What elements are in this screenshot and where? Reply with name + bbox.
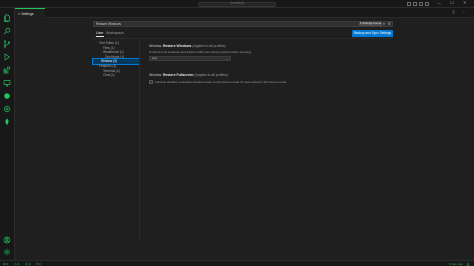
setting-name: Restore Fullscreen	[162, 73, 194, 77]
editor-tab-bar: ≡Settings ◫ ⋯	[15, 8, 474, 18]
toc-label: Text Editor (1)	[99, 41, 119, 45]
split-editor-icon[interactable]: ◫	[452, 10, 455, 14]
toc-label: Terminal (1)	[103, 68, 120, 73]
toc-label: Chat (1)	[103, 73, 115, 78]
remote-explorer-icon[interactable]	[3, 79, 11, 87]
restore-fullscreen-row: Controls whether a window should restore…	[149, 79, 389, 84]
title-bar: [untitled] — ☐ ✕	[0, 0, 474, 8]
restore-windows-select[interactable]: one ⌄	[149, 56, 231, 62]
source-control-icon[interactable]	[3, 40, 11, 48]
tab-workspace[interactable]: Workspace	[106, 31, 124, 35]
scope-divider	[93, 38, 393, 39]
setting-scope-note: (Applies to all profiles)	[193, 73, 228, 77]
manage-gear-icon[interactable]	[3, 248, 11, 256]
accounts-icon[interactable]	[3, 236, 11, 244]
settings-found-badge: 6 Settings Found	[359, 21, 383, 26]
status-info[interactable]: ⓪ 0	[25, 262, 31, 266]
tab-user[interactable]: User	[96, 31, 104, 37]
status-ports[interactable]: ⚲ 0	[36, 262, 41, 266]
leaf-icon[interactable]	[3, 118, 11, 126]
more-actions-icon[interactable]: ⋯	[462, 10, 465, 14]
backup-and-sync-button[interactable]: Backup and Sync Settings	[352, 30, 393, 37]
customize-layout-icon[interactable]	[425, 2, 429, 6]
setting-description: Controls how windows and editors within …	[149, 49, 252, 54]
maximize-button[interactable]: ☐	[450, 1, 454, 5]
toc-label: Window (2)	[101, 59, 118, 64]
activity-bar	[0, 8, 15, 260]
toc-label: Workbench (1)	[103, 50, 124, 55]
toggle-secondary-sidebar-icon[interactable]	[419, 2, 423, 6]
window-title: [untitled]	[230, 1, 244, 5]
clear-search-icon[interactable]: ≡	[383, 22, 385, 26]
toc-divider	[139, 41, 140, 241]
setting-restore-fullscreen: Window: Restore Fullscreen (Applies to a…	[149, 73, 389, 84]
select-value: one	[152, 56, 158, 61]
status-problems-errors[interactable]: ⊗ 0	[3, 262, 8, 266]
status-problems-warnings[interactable]: ⚠ 0	[14, 262, 19, 266]
filter-settings-icon[interactable]: ⊽	[388, 22, 390, 26]
settings-file-icon: ≡	[18, 11, 21, 16]
extensions-icon[interactable]	[3, 66, 11, 74]
toggle-panel-icon[interactable]	[413, 2, 417, 6]
explorer-icon[interactable]	[3, 14, 11, 22]
setting-category: Window:	[149, 44, 163, 48]
setting-category: Window:	[149, 73, 163, 77]
search-icon[interactable]	[3, 27, 11, 35]
setting-name: Restore Windows	[162, 44, 192, 48]
toc-label: Files (1)	[103, 45, 115, 50]
notifications-bell-icon[interactable]: 🔔︎	[466, 262, 470, 266]
setting-scope-note: (Applies to all profiles)	[191, 44, 226, 48]
accounts-manager-icon[interactable]	[3, 105, 11, 113]
setting-description: Controls whether a window should restore…	[154, 80, 288, 85]
settings-search-input[interactable]	[96, 22, 296, 26]
close-button[interactable]: ✕	[463, 1, 466, 5]
tab-settings[interactable]: ≡Settings	[15, 8, 45, 18]
restore-fullscreen-checkbox[interactable]	[149, 80, 153, 84]
run-debug-icon[interactable]	[3, 53, 11, 61]
status-go-live[interactable]: ⊙ Go Live	[449, 262, 463, 266]
testing-icon[interactable]	[3, 92, 11, 100]
settings-toc: ⌄ Text Editor (1) Files (1) ⌄ Workbench (1…	[92, 41, 140, 78]
minimize-button[interactable]: —	[437, 1, 441, 5]
settings-search-box[interactable]	[93, 21, 393, 27]
chevron-down-icon: ⌄	[225, 57, 228, 61]
setting-title: Window: Restore Windows (Applies to all …	[149, 44, 389, 48]
status-bar: ⊗ 0 ⚠ 0 ⓪ 0 ⚲ 0 ⊙ Go Live 🔔︎	[0, 260, 474, 266]
setting-title: Window: Restore Fullscreen (Applies to a…	[149, 73, 389, 77]
toc-label: Features (1)	[99, 63, 117, 68]
toc-label: Zen Mode (1)	[105, 54, 125, 59]
toggle-primary-sidebar-icon[interactable]	[407, 2, 411, 6]
toc-item-chat[interactable]: Chat (1)	[93, 73, 139, 78]
setting-restore-windows: Window: Restore Windows (Applies to all …	[149, 44, 389, 62]
tab-settings-label: Settings	[21, 11, 34, 16]
